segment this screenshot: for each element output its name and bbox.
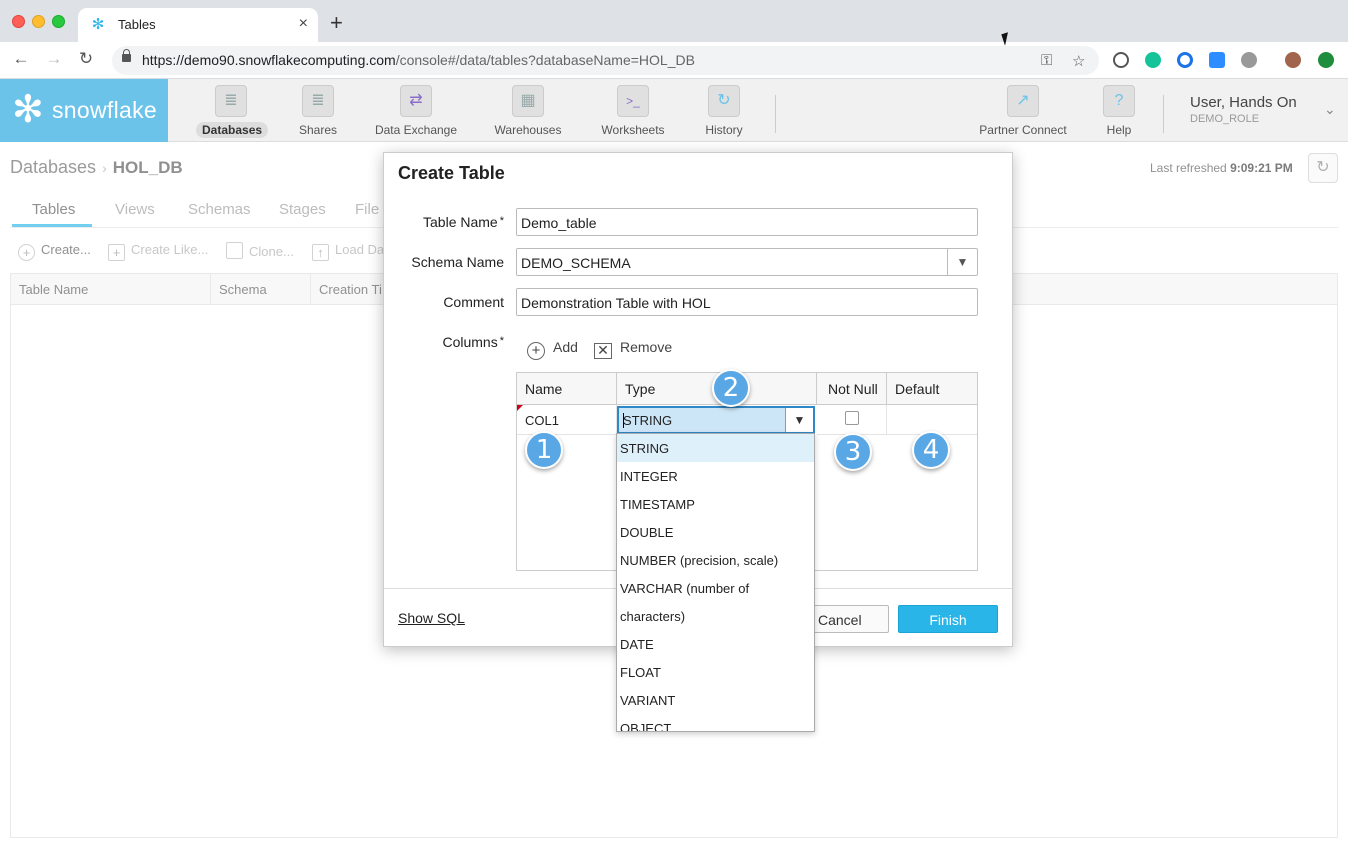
type-option-float[interactable]: FLOAT	[617, 658, 814, 686]
chevron-down-icon[interactable]: ▼	[947, 249, 977, 275]
nav-label: Databases	[196, 122, 269, 138]
extension-grey-icon[interactable]	[1241, 52, 1257, 68]
extension-zoom-icon[interactable]	[1209, 52, 1225, 68]
app-header: ✻ snowflake ≣ Databases ≣ Shares ⇄ Data …	[0, 79, 1348, 142]
nav-label: Worksheets	[601, 123, 665, 137]
partner-connect-icon: ↗	[1007, 85, 1039, 117]
database-icon: ≣	[215, 85, 247, 117]
column-header-default: Default	[887, 373, 977, 405]
comment-label: Comment	[443, 294, 504, 310]
nav-label: Data Exchange	[374, 123, 458, 137]
type-option-double[interactable]: DOUBLE	[617, 518, 814, 546]
extension-blue-ring-icon[interactable]	[1177, 52, 1193, 68]
remove-column-button[interactable]: ✕ Remove	[594, 339, 672, 359]
nav-label: Partner Connect	[979, 123, 1067, 137]
type-option-integer[interactable]: INTEGER	[617, 462, 814, 490]
nav-data-exchange[interactable]: ⇄ Data Exchange	[366, 79, 466, 142]
type-option-varchar-cont[interactable]: characters)	[617, 602, 814, 630]
step-badge-2: 2	[712, 369, 750, 407]
comment-input[interactable]: Demonstration Table with HOL	[516, 288, 978, 316]
reload-icon[interactable]: ↻	[75, 49, 97, 69]
nav-label: Warehouses	[494, 123, 562, 137]
history-icon: ↻	[708, 85, 740, 117]
snowflake-favicon-icon: ✻	[91, 16, 105, 33]
logo-text: snowflake	[52, 97, 157, 123]
schema-name-label: Schema Name	[411, 254, 504, 270]
chevron-down-icon[interactable]: ⌄	[1324, 101, 1336, 118]
columns-label: Columns *	[442, 334, 504, 350]
type-option-timestamp[interactable]: TIMESTAMP	[617, 490, 814, 518]
column-header-not-null: Not Null	[817, 373, 887, 405]
nav-warehouses[interactable]: ▦ Warehouses	[488, 79, 568, 142]
nav-worksheets[interactable]: >_ Worksheets	[593, 79, 673, 142]
table-name-input[interactable]: Demo_table	[516, 208, 978, 236]
finish-button[interactable]: Finish	[898, 605, 998, 633]
data-exchange-icon: ⇄	[400, 85, 432, 117]
profile-avatar[interactable]	[1285, 52, 1301, 68]
nav-history[interactable]: ↻ History	[694, 79, 754, 142]
not-null-checkbox[interactable]	[845, 411, 859, 425]
address-bar[interactable]: https://demo90.snowflakecomputing.com/co…	[112, 46, 1099, 75]
user-role: DEMO_ROLE	[1190, 113, 1260, 125]
nav-label: Help	[1106, 123, 1132, 137]
nav-label: History	[705, 123, 743, 137]
nav-shares[interactable]: ≣ Shares	[288, 79, 348, 142]
shares-icon: ≣	[302, 85, 334, 117]
forward-arrow-icon[interactable]: →	[43, 49, 65, 69]
plus-circle-icon: +	[527, 342, 545, 360]
nav-databases[interactable]: ≣ Databases	[196, 79, 269, 142]
url-text: https://demo90.snowflakecomputing.com/co…	[142, 52, 695, 68]
close-tab-icon[interactable]: ×	[299, 15, 308, 33]
cancel-button[interactable]: Cancel	[809, 605, 889, 633]
type-option-number[interactable]: NUMBER (precision, scale)	[617, 546, 814, 574]
type-option-object[interactable]: OBJECT	[617, 714, 814, 731]
remove-icon: ✕	[594, 343, 612, 359]
window-minimize-button[interactable]	[32, 15, 45, 28]
extension-grammarly-icon[interactable]	[1145, 52, 1161, 68]
snowflake-logo-icon: ✻	[12, 89, 44, 131]
schema-name-select[interactable]: DEMO_SCHEMA ▼	[516, 248, 978, 276]
step-badge-3: 3	[834, 433, 872, 471]
type-option-varchar[interactable]: VARCHAR (number of	[617, 574, 814, 602]
type-select[interactable]: STRING ▼	[617, 406, 815, 434]
help-icon: ?	[1103, 85, 1135, 117]
browser-toolbar: ← → ↻ https://demo90.snowflakecomputing.…	[0, 42, 1348, 79]
new-tab-button[interactable]: +	[330, 12, 343, 34]
chevron-down-icon[interactable]: ▼	[785, 408, 813, 432]
type-option-variant[interactable]: VARIANT	[617, 686, 814, 714]
type-option-date[interactable]: DATE	[617, 630, 814, 658]
snowflake-logo[interactable]: ✻ snowflake	[0, 79, 168, 142]
column-name-cell[interactable]: COL1	[517, 405, 617, 435]
browser-tab-title: Tables	[118, 17, 156, 32]
column-header-name: Name	[517, 373, 617, 405]
add-column-button[interactable]: + Add	[527, 339, 578, 360]
window-zoom-button[interactable]	[52, 15, 65, 28]
nav-label: Shares	[298, 123, 338, 137]
step-badge-1: 1	[525, 431, 563, 469]
browser-tab-strip: ✻ Tables × +	[0, 0, 1348, 42]
lock-icon	[122, 49, 131, 62]
step-badge-4: 4	[912, 431, 950, 469]
table-name-label: Table Name *	[423, 214, 504, 230]
show-sql-link[interactable]: Show SQL	[398, 610, 465, 626]
type-dropdown-list: STRING INTEGER TIMESTAMP DOUBLE NUMBER (…	[616, 433, 815, 732]
warehouses-icon: ▦	[512, 85, 544, 117]
header-divider	[1163, 95, 1164, 133]
type-option-string[interactable]: STRING	[617, 434, 814, 462]
nav-partner-connect[interactable]: ↗ Partner Connect	[973, 79, 1073, 142]
type-select-value: STRING	[623, 413, 673, 428]
key-icon[interactable]: ⚿	[1041, 52, 1052, 69]
bookmark-star-icon[interactable]: ☆	[1072, 52, 1085, 70]
schema-name-value: DEMO_SCHEMA	[521, 255, 631, 271]
dialog-title: Create Table	[398, 163, 505, 183]
window-close-button[interactable]	[12, 15, 25, 28]
update-icon[interactable]	[1318, 52, 1334, 68]
header-divider	[775, 95, 776, 133]
browser-tab[interactable]: ✻ Tables ×	[78, 8, 318, 42]
nav-help[interactable]: ? Help	[1093, 79, 1145, 142]
worksheets-icon: >_	[617, 85, 649, 117]
extension-1password-icon[interactable]	[1113, 52, 1129, 68]
back-arrow-icon[interactable]: ←	[10, 49, 32, 69]
user-name[interactable]: User, Hands On	[1190, 94, 1297, 111]
